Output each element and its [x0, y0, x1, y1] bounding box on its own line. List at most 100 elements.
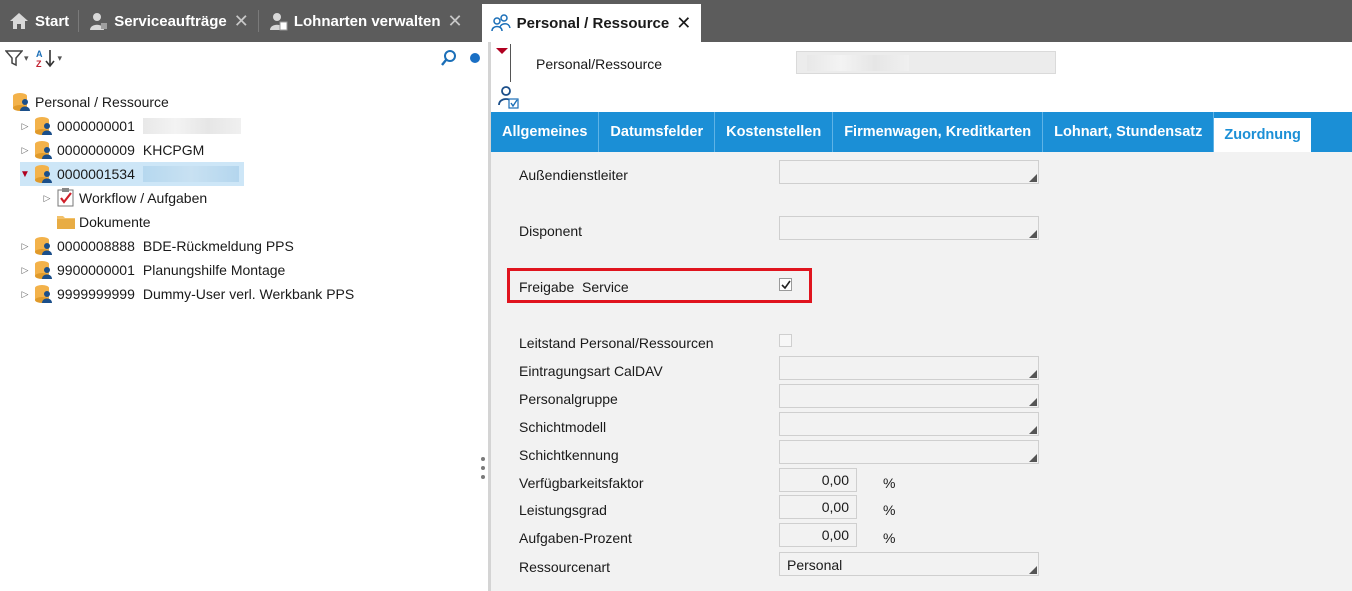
tree-item-name: BDE-Rückmeldung PPS	[142, 238, 294, 254]
verfuegbarkeitsfaktor-unit: %	[883, 475, 896, 491]
tree-item[interactable]: ▷ 0000000009 KHCPGM	[20, 138, 204, 162]
header-value-field[interactable]	[796, 51, 1056, 74]
tree-item-name: KHCPGM	[142, 142, 205, 158]
tab-start[interactable]: Start	[0, 0, 78, 42]
eintragungsart-select[interactable]	[779, 356, 1039, 380]
row-aussendienstleiter: Außendienstleiter	[491, 160, 1352, 188]
row-schichtkennung: Schichtkennung	[491, 440, 1352, 468]
splitter-grip-icon[interactable]	[481, 475, 485, 479]
expand-icon[interactable]: ▷	[20, 121, 30, 132]
tree-item-id: 0000000009	[57, 142, 135, 158]
verfuegbarkeitsfaktor-input[interactable]: 0,00	[779, 468, 857, 492]
aussendienstleiter-select[interactable]	[779, 160, 1039, 184]
tree-item-id: 9900000001	[57, 262, 135, 278]
tab-personal-ressource-label: Personal / Ressource	[516, 14, 670, 32]
personnel-assign-icon[interactable]	[498, 85, 520, 109]
personalgruppe-label: Personalgruppe	[519, 391, 618, 407]
personnel-database-icon	[35, 285, 52, 303]
svg-text:Z: Z	[36, 59, 42, 68]
leitstand-label: Leitstand Personal/Ressourcen	[519, 335, 714, 351]
wage-person-icon	[269, 13, 288, 31]
expand-icon[interactable]: ▷	[42, 193, 52, 204]
eintragungsart-label: Eintragungsart CalDAV	[519, 363, 663, 379]
status-dot-icon[interactable]	[470, 53, 480, 63]
folder-icon	[57, 216, 75, 229]
expand-icon[interactable]: ▷	[20, 265, 30, 276]
tab-lohnarten-verwalten-label: Lohnarten verwalten	[293, 12, 441, 30]
home-icon	[10, 13, 28, 29]
row-personalgruppe: Personalgruppe	[491, 384, 1352, 412]
personnel-database-icon	[13, 93, 30, 111]
tab-lohnarten-verwalten[interactable]: Lohnarten verwalten ✕	[259, 0, 472, 42]
tree-item-id: 0000000001	[57, 118, 135, 134]
expand-icon[interactable]: ▷	[20, 145, 30, 156]
tree-item[interactable]: ▷ 9900000001 Planungshilfe Montage	[20, 258, 285, 282]
tab-firmenwagen-kreditkarten[interactable]: Firmenwagen, Kreditkarten	[833, 112, 1044, 152]
tree-child-dokumente[interactable]: Dokumente	[56, 210, 151, 234]
service-person-icon	[90, 13, 108, 30]
disponent-select[interactable]	[779, 216, 1039, 240]
expand-icon[interactable]: ▷	[20, 289, 30, 300]
tree-root[interactable]: Personal / Ressource	[12, 90, 169, 114]
tree-item-id: 9999999999	[57, 286, 135, 302]
svg-text:A: A	[36, 49, 43, 59]
filter-button[interactable]: ▾	[5, 49, 29, 67]
sort-button[interactable]: AZ ▾	[35, 48, 63, 68]
highlight-box	[507, 268, 812, 303]
schichtkennung-select[interactable]	[779, 440, 1039, 464]
tree-child-workflow[interactable]: ▷ Workflow / Aufgaben	[42, 186, 207, 210]
collapse-header-icon[interactable]	[496, 48, 508, 54]
row-eintragungsart: Eintragungsart CalDAV	[491, 356, 1352, 384]
detail-panel: Personal/Ressource Allgemeines Datumsfel…	[491, 42, 1352, 591]
row-ressourcenart: Ressourcenart Personal	[491, 552, 1352, 580]
aufgaben-prozent-input[interactable]: 0,00	[779, 523, 857, 547]
personnel-database-icon	[35, 117, 52, 135]
tree-item[interactable]: ▷ 9999999999 Dummy-User verl. Werkbank P…	[20, 282, 354, 306]
row-verfuegbarkeitsfaktor: Verfügbarkeitsfaktor 0,00 %	[491, 468, 1352, 496]
tab-start-label: Start	[35, 12, 70, 30]
header-label: Personal/Ressource	[536, 56, 663, 72]
collapse-icon[interactable]: ▼	[20, 169, 30, 180]
tab-lohnart-stundensatz[interactable]: Lohnart, Stundensatz	[1043, 112, 1215, 152]
schichtmodell-select[interactable]	[779, 412, 1039, 436]
expand-icon[interactable]: ▷	[20, 241, 30, 252]
schichtkennung-label: Schichtkennung	[519, 447, 619, 463]
aufgaben-prozent-unit: %	[883, 530, 896, 546]
leistungsgrad-input[interactable]: 0,00	[779, 495, 857, 519]
window-tab-bar: Start Serviceaufträge ✕ Lohnarten verwal…	[0, 0, 1352, 42]
tree-item-selected[interactable]: ▼ 0000001534	[20, 162, 244, 186]
search-icon[interactable]	[440, 49, 458, 67]
splitter-grip-icon[interactable]	[481, 466, 485, 470]
sort-az-icon: AZ	[36, 49, 55, 68]
tree-item-name: Planungshilfe Montage	[142, 262, 286, 278]
close-icon[interactable]: ✕	[234, 12, 249, 30]
tree-item[interactable]: ▷ 0000000001	[20, 114, 241, 138]
filter-icon	[5, 50, 23, 67]
zuordnung-form: Außendienstleiter Disponent Freigabe Ser…	[491, 152, 1352, 591]
close-icon[interactable]: ✕	[448, 12, 463, 30]
chevron-down-icon: ▾	[24, 52, 29, 63]
splitter-grip-icon[interactable]	[481, 457, 485, 461]
personnel-group-icon	[490, 14, 511, 32]
close-icon[interactable]: ✕	[676, 14, 691, 32]
tree-child-label: Workflow / Aufgaben	[79, 190, 208, 206]
personalgruppe-select[interactable]	[779, 384, 1039, 408]
personnel-database-icon	[35, 237, 52, 255]
leitstand-checkbox[interactable]	[779, 334, 792, 347]
task-checklist-icon	[57, 188, 74, 207]
row-schichtmodell: Schichtmodell	[491, 412, 1352, 440]
tab-zuordnung[interactable]: Zuordnung	[1214, 118, 1311, 152]
tab-serviceauftraege[interactable]: Serviceaufträge ✕	[79, 0, 258, 42]
tab-allgemeines[interactable]: Allgemeines	[491, 112, 600, 152]
personnel-database-icon	[35, 165, 52, 183]
tab-datumsfelder[interactable]: Datumsfelder	[599, 112, 716, 152]
redacted-name	[142, 166, 239, 182]
tab-personal-ressource[interactable]: Personal / Ressource ✕	[481, 4, 702, 42]
ressourcenart-select[interactable]: Personal	[779, 552, 1039, 576]
row-leistungsgrad: Leistungsgrad 0,00 %	[491, 495, 1352, 523]
ressourcenart-value: Personal	[787, 557, 843, 573]
tab-kostenstellen[interactable]: Kostenstellen	[715, 112, 834, 152]
row-aufgaben-prozent: Aufgaben-Prozent 0,00 %	[491, 523, 1352, 551]
tree-item[interactable]: ▷ 0000008888 BDE-Rückmeldung PPS	[20, 234, 294, 258]
tree-item-id: 0000001534	[57, 166, 135, 182]
